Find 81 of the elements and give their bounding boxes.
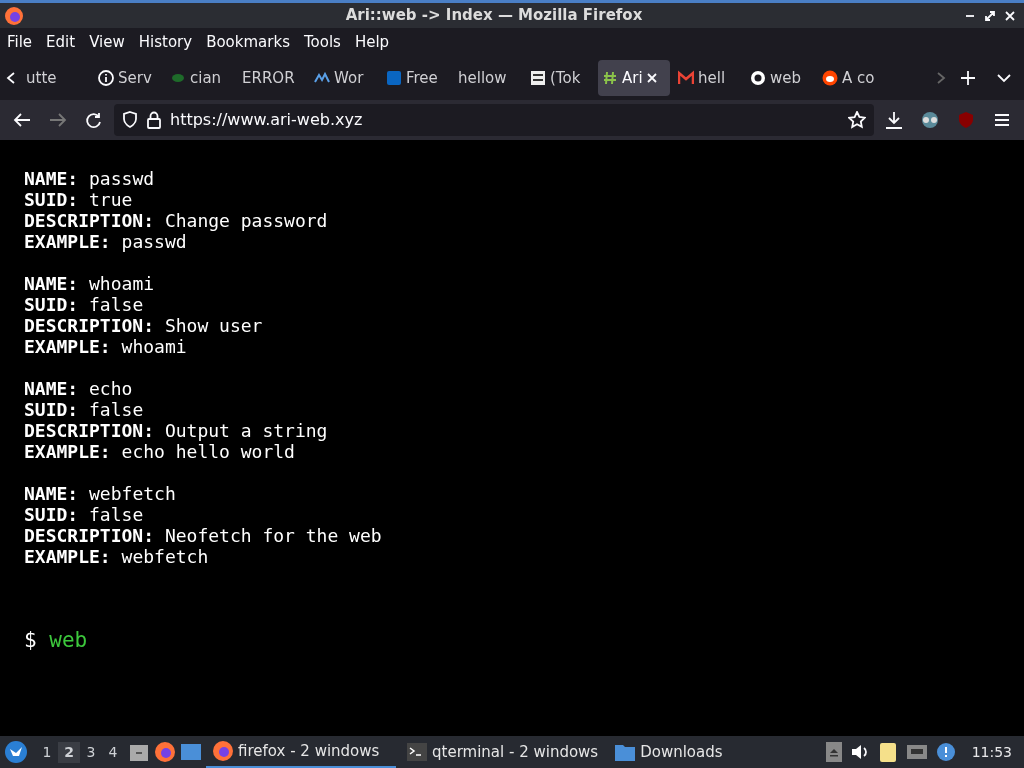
field-label: DESCRIPTION: [24,210,155,231]
field-value: whoami [121,336,187,357]
field-label: SUID: [24,189,79,210]
workspace-button[interactable]: 4 [102,741,124,763]
field-value: Neofetch for the web [164,525,382,546]
field-label: EXAMPLE: [24,441,111,462]
field-label: EXAMPLE: [24,336,111,357]
alert-icon[interactable] [935,742,956,762]
field-value: Change password [164,210,328,231]
field-value: echo hello world [121,441,295,462]
letter-m-icon [678,70,694,86]
menu-item[interactable]: View [82,30,132,54]
taskbar-task[interactable]: qterminal - 2 windows [400,736,605,768]
field-label: DESCRIPTION: [24,420,155,441]
field-value: Output a string [164,420,328,441]
field-value: false [89,399,144,420]
field-value: false [89,294,144,315]
menu-item[interactable]: Help [347,30,397,54]
menu-item[interactable]: Bookmarks [199,30,297,54]
command-input[interactable]: web [49,628,88,652]
window-icon[interactable] [180,741,202,763]
field-label: NAME: [24,483,79,504]
workspace-button[interactable]: 1 [36,741,58,763]
field-label: DESCRIPTION: [24,315,155,336]
taskbar-task[interactable]: firefox - 2 windows [206,736,396,768]
field-value: whoami [89,273,155,294]
field-label: SUID: [24,504,79,525]
browser-tab[interactable]: A co [818,60,886,96]
browser-tab[interactable]: (Tok [526,60,594,96]
close-icon[interactable] [1004,9,1016,22]
clock: 11:53 [971,742,1012,762]
round-logo-icon [822,70,838,86]
terminal-icon [406,741,428,763]
browser-tab[interactable]: web [746,60,814,96]
info-icon [98,70,114,86]
network-icon[interactable] [905,742,928,762]
field-label: NAME: [24,378,79,399]
browser-tab[interactable]: Ari [598,60,670,96]
taskbar-task[interactable]: Downloads [608,736,799,768]
close-icon[interactable] [646,73,657,83]
star-icon[interactable] [848,111,866,129]
menu-item[interactable]: History [131,30,200,54]
menu-item[interactable]: File [0,30,40,54]
field-label: EXAMPLE: [24,231,111,252]
lock-icon[interactable] [146,111,162,129]
window-title: Ari::web -> Index — Mozilla Firefox [344,5,644,27]
field-value: passwd [89,168,155,189]
shield-icon[interactable] [122,111,138,129]
field-label: NAME: [24,168,79,189]
browser-tab[interactable]: Wor [310,60,378,96]
field-label: SUID: [24,399,79,420]
prompt-symbol: $ [24,628,37,652]
field-label: SUID: [24,294,79,315]
field-label: NAME: [24,273,79,294]
field-value: echo [89,378,133,399]
clipboard-icon[interactable] [877,741,898,763]
browser-tab[interactable]: hellow [454,60,522,96]
workspace-button[interactable]: 3 [80,741,102,763]
maximize-icon[interactable] [984,9,996,22]
field-label: DESCRIPTION: [24,525,155,546]
browser-tab[interactable]: cian [166,60,234,96]
field-label: EXAMPLE: [24,546,111,567]
speaker-icon[interactable] [849,742,870,762]
hash-icon [602,70,618,86]
menu-item[interactable]: Edit [39,30,83,54]
field-value: Show user [164,315,263,336]
eject-icon[interactable] [825,742,842,762]
field-value: webfetch [121,546,209,567]
field-value: true [89,189,133,210]
field-value: false [89,504,144,525]
address-bar[interactable]: https://www.ari-web.xyz [114,104,874,136]
browser-tab[interactable]: Serv [94,60,162,96]
workspace-button[interactable]: 2 [58,741,80,763]
field-value: webfetch [89,483,176,504]
browser-tab[interactable]: ERROR [238,60,306,96]
browser-tab[interactable]: Free [382,60,450,96]
square-logo-icon [386,70,402,86]
browser-tab[interactable]: utte [22,60,90,96]
menu-item[interactable]: Tools [296,30,348,54]
browser-tab[interactable]: hell [674,60,742,96]
field-value: passwd [121,231,187,252]
